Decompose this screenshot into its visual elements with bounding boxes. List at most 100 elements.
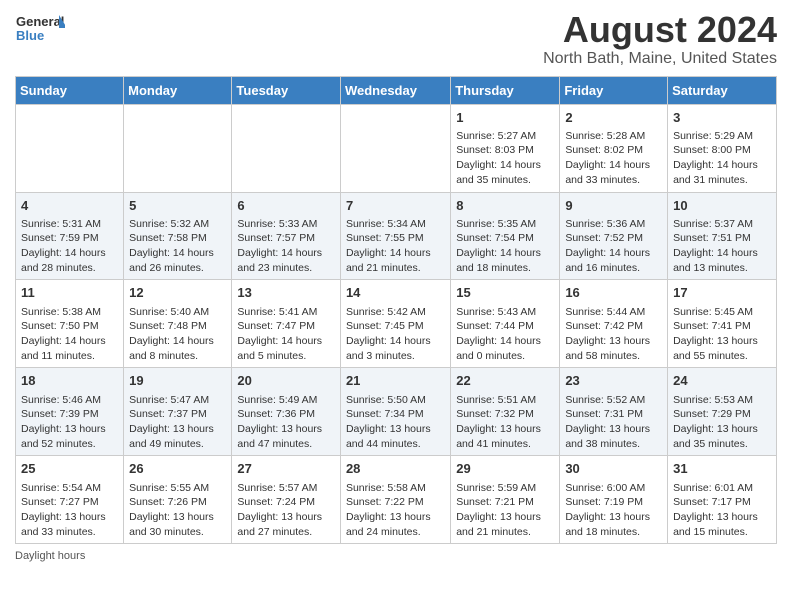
day-number: 15 [456, 284, 554, 302]
day-number: 23 [565, 372, 662, 390]
calendar-cell: 19 Sunrise: 5:47 AM Sunset: 7:37 PM Dayli… [124, 368, 232, 456]
cell-content: Sunrise: 5:35 AM Sunset: 7:54 PM Dayligh… [456, 217, 554, 276]
calendar-cell: 1Sunrise: 5:27 AM Sunset: 8:03 PM Daylig… [451, 104, 560, 192]
weekday-wednesday: Wednesday [340, 76, 450, 104]
cell-content: Sunrise: 5:45 AM Sunset: 7:41 PM Dayligh… [673, 305, 771, 364]
cell-content: Sunrise: 5:47 AM Sunset: 7:37 PM Dayligh… [129, 393, 226, 452]
calendar-cell: 22 Sunrise: 5:51 AM Sunset: 7:32 PM Dayli… [451, 368, 560, 456]
calendar-cell [340, 104, 450, 192]
day-number: 5 [129, 197, 226, 215]
header: General Blue August 2024 North Bath, Mai… [15, 10, 777, 68]
day-number: 18 [21, 372, 118, 390]
weekday-thursday: Thursday [451, 76, 560, 104]
day-number: 21 [346, 372, 445, 390]
cell-content: Sunrise: 5:37 AM Sunset: 7:51 PM Dayligh… [673, 217, 771, 276]
cell-content: Sunrise: 5:40 AM Sunset: 7:48 PM Dayligh… [129, 305, 226, 364]
cell-content: Sunrise: 5:59 AM Sunset: 7:21 PM Dayligh… [456, 481, 554, 540]
cell-content: Sunrise: 5:43 AM Sunset: 7:44 PM Dayligh… [456, 305, 554, 364]
calendar-cell: 4Sunrise: 5:31 AM Sunset: 7:59 PM Daylig… [16, 192, 124, 280]
calendar-cell: 31 Sunrise: 6:01 AM Sunset: 7:17 PM Dayli… [668, 456, 777, 544]
calendar-cell [16, 104, 124, 192]
calendar-cell: 6Sunrise: 5:33 AM Sunset: 7:57 PM Daylig… [232, 192, 341, 280]
calendar-cell: 16 Sunrise: 5:44 AM Sunset: 7:42 PM Dayli… [560, 280, 668, 368]
day-number: 22 [456, 372, 554, 390]
day-number: 1 [456, 109, 554, 127]
cell-content: Sunrise: 5:54 AM Sunset: 7:27 PM Dayligh… [21, 481, 118, 540]
calendar-cell: 29 Sunrise: 5:59 AM Sunset: 7:21 PM Dayli… [451, 456, 560, 544]
week-row-3: 11 Sunrise: 5:38 AM Sunset: 7:50 PM Dayli… [16, 280, 777, 368]
main-title: August 2024 [543, 10, 777, 50]
day-number: 4 [21, 197, 118, 215]
calendar-cell: 15 Sunrise: 5:43 AM Sunset: 7:44 PM Dayli… [451, 280, 560, 368]
calendar-cell: 11 Sunrise: 5:38 AM Sunset: 7:50 PM Dayli… [16, 280, 124, 368]
weekday-header: SundayMondayTuesdayWednesdayThursdayFrid… [16, 76, 777, 104]
day-number: 25 [21, 460, 118, 478]
calendar-cell: 8 Sunrise: 5:35 AM Sunset: 7:54 PM Daylig… [451, 192, 560, 280]
day-number: 16 [565, 284, 662, 302]
cell-content: Sunrise: 5:36 AM Sunset: 7:52 PM Dayligh… [565, 217, 662, 276]
footer-note: Daylight hours [15, 550, 777, 562]
cell-content: Sunrise: 5:28 AM Sunset: 8:02 PM Dayligh… [565, 129, 662, 188]
calendar-cell: 9 Sunrise: 5:36 AM Sunset: 7:52 PM Daylig… [560, 192, 668, 280]
calendar-cell [124, 104, 232, 192]
cell-content: Sunrise: 5:52 AM Sunset: 7:31 PM Dayligh… [565, 393, 662, 452]
cell-content: Sunrise: 5:33 AM Sunset: 7:57 PM Dayligh… [237, 217, 335, 276]
svg-text:Blue: Blue [16, 28, 44, 43]
calendar-table: SundayMondayTuesdayWednesdayThursdayFrid… [15, 76, 777, 545]
daylight-label: Daylight hours [15, 550, 85, 562]
day-number: 31 [673, 460, 771, 478]
cell-content: Sunrise: 5:49 AM Sunset: 7:36 PM Dayligh… [237, 393, 335, 452]
day-number: 26 [129, 460, 226, 478]
weekday-tuesday: Tuesday [232, 76, 341, 104]
logo-svg: General Blue [15, 10, 65, 50]
calendar-cell: 7Sunrise: 5:34 AM Sunset: 7:55 PM Daylig… [340, 192, 450, 280]
calendar-cell: 20 Sunrise: 5:49 AM Sunset: 7:36 PM Dayli… [232, 368, 341, 456]
calendar-cell: 13 Sunrise: 5:41 AM Sunset: 7:47 PM Dayli… [232, 280, 341, 368]
weekday-monday: Monday [124, 76, 232, 104]
day-number: 24 [673, 372, 771, 390]
calendar-cell: 3 Sunrise: 5:29 AM Sunset: 8:00 PM Daylig… [668, 104, 777, 192]
calendar-cell: 12Sunrise: 5:40 AM Sunset: 7:48 PM Dayli… [124, 280, 232, 368]
cell-content: Sunrise: 5:32 AM Sunset: 7:58 PM Dayligh… [129, 217, 226, 276]
cell-content: Sunrise: 6:01 AM Sunset: 7:17 PM Dayligh… [673, 481, 771, 540]
cell-content: Sunrise: 5:58 AM Sunset: 7:22 PM Dayligh… [346, 481, 445, 540]
cell-content: Sunrise: 6:00 AM Sunset: 7:19 PM Dayligh… [565, 481, 662, 540]
cell-content: Sunrise: 5:34 AM Sunset: 7:55 PM Dayligh… [346, 217, 445, 276]
cell-content: Sunrise: 5:51 AM Sunset: 7:32 PM Dayligh… [456, 393, 554, 452]
svg-text:General: General [16, 14, 64, 29]
calendar-cell: 17Sunrise: 5:45 AM Sunset: 7:41 PM Dayli… [668, 280, 777, 368]
calendar-cell: 23 Sunrise: 5:52 AM Sunset: 7:31 PM Dayli… [560, 368, 668, 456]
day-number: 27 [237, 460, 335, 478]
cell-content: Sunrise: 5:29 AM Sunset: 8:00 PM Dayligh… [673, 129, 771, 188]
calendar-cell [232, 104, 341, 192]
day-number: 28 [346, 460, 445, 478]
week-row-5: 25 Sunrise: 5:54 AM Sunset: 7:27 PM Dayli… [16, 456, 777, 544]
calendar-cell: 2 Sunrise: 5:28 AM Sunset: 8:02 PM Daylig… [560, 104, 668, 192]
calendar-cell: 25 Sunrise: 5:54 AM Sunset: 7:27 PM Dayli… [16, 456, 124, 544]
cell-content: Sunrise: 5:46 AM Sunset: 7:39 PM Dayligh… [21, 393, 118, 452]
cell-content: Sunrise: 5:57 AM Sunset: 7:24 PM Dayligh… [237, 481, 335, 540]
title-block: August 2024 North Bath, Maine, United St… [543, 10, 777, 68]
day-number: 14 [346, 284, 445, 302]
calendar-cell: 21Sunrise: 5:50 AM Sunset: 7:34 PM Dayli… [340, 368, 450, 456]
day-number: 8 [456, 197, 554, 215]
cell-content: Sunrise: 5:44 AM Sunset: 7:42 PM Dayligh… [565, 305, 662, 364]
day-number: 13 [237, 284, 335, 302]
day-number: 19 [129, 372, 226, 390]
day-number: 11 [21, 284, 118, 302]
weekday-sunday: Sunday [16, 76, 124, 104]
week-row-2: 4Sunrise: 5:31 AM Sunset: 7:59 PM Daylig… [16, 192, 777, 280]
day-number: 2 [565, 109, 662, 127]
cell-content: Sunrise: 5:53 AM Sunset: 7:29 PM Dayligh… [673, 393, 771, 452]
calendar-body: 1Sunrise: 5:27 AM Sunset: 8:03 PM Daylig… [16, 104, 777, 544]
calendar-cell: 24 Sunrise: 5:53 AM Sunset: 7:29 PM Dayli… [668, 368, 777, 456]
cell-content: Sunrise: 5:42 AM Sunset: 7:45 PM Dayligh… [346, 305, 445, 364]
cell-content: Sunrise: 5:38 AM Sunset: 7:50 PM Dayligh… [21, 305, 118, 364]
week-row-4: 18 Sunrise: 5:46 AM Sunset: 7:39 PM Dayli… [16, 368, 777, 456]
calendar-cell: 27 Sunrise: 5:57 AM Sunset: 7:24 PM Dayli… [232, 456, 341, 544]
day-number: 9 [565, 197, 662, 215]
day-number: 20 [237, 372, 335, 390]
cell-content: Sunrise: 5:41 AM Sunset: 7:47 PM Dayligh… [237, 305, 335, 364]
day-number: 29 [456, 460, 554, 478]
day-number: 3 [673, 109, 771, 127]
